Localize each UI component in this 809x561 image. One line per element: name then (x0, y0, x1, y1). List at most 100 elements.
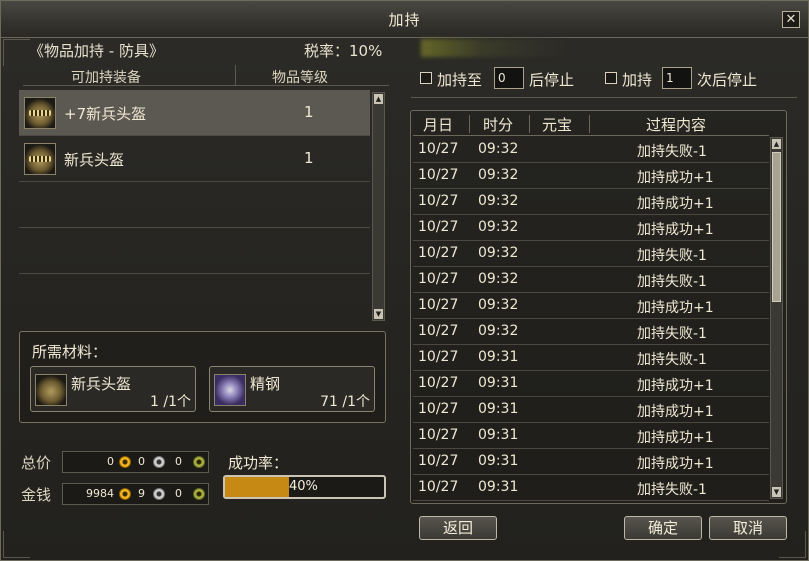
enhance-window: 加持 ✕ 《物品加持 - 防具》 税率：10% 可加持装备 物品等级 +7新兵头… (0, 0, 809, 561)
log-date: 10/27 (418, 479, 459, 495)
log-time: 09:32 (478, 245, 519, 261)
stop-at-level-label: 加持至 (437, 71, 483, 89)
log-detail: 加持成功+1 (637, 196, 714, 212)
column-header-level: 物品等级 (272, 70, 328, 86)
copper-coin-icon (193, 456, 205, 468)
log-time: 09:31 (478, 453, 519, 469)
success-rate-value: 40% (289, 479, 318, 494)
scroll-down-arrow-icon[interactable]: ▼ (374, 309, 383, 319)
material-slot[interactable]: 精钢 71 /1个 (209, 366, 375, 412)
log-date: 10/27 (418, 167, 459, 183)
silver-coin-icon (153, 488, 165, 500)
window-title: 加持 (388, 11, 421, 29)
log-date: 10/27 (418, 141, 459, 157)
stop-after-count-label: 加持 (622, 71, 653, 89)
log-row: 10/27 09:31 加持失败-1 (413, 474, 769, 501)
material-count: 71 /1个 (320, 394, 370, 410)
gold-amount: 0 (107, 455, 114, 468)
log-scrollbar[interactable]: ▲ ▼ (770, 137, 783, 499)
log-time: 09:32 (478, 167, 519, 183)
header-divider (589, 115, 590, 133)
confirm-button[interactable]: 确定 (624, 516, 702, 540)
materials-title: 所需材料： (32, 343, 108, 361)
log-time: 09:31 (478, 401, 519, 417)
stop-at-level-checkbox[interactable] (420, 72, 432, 84)
stop-after-count-checkbox[interactable] (605, 72, 617, 84)
log-time: 09:32 (478, 297, 519, 313)
log-row: 10/27 09:32 加持失败-1 (413, 136, 769, 163)
log-date: 10/27 (418, 297, 459, 313)
item-name: +7新兵头盔 (64, 105, 147, 123)
required-materials-panel: 所需材料： 新兵头盔 1 /1个 精钢 71 /1个 (19, 331, 386, 423)
material-count: 1 /1个 (150, 394, 191, 410)
cancel-button[interactable]: 取消 (709, 516, 787, 540)
log-row: 10/27 09:32 加持成功+1 (413, 162, 769, 189)
equipment-list-scrollbar[interactable]: ▲ ▼ (372, 92, 385, 321)
log-detail: 加持失败-1 (637, 144, 707, 160)
column-header-equipment: 可加持装备 (71, 70, 141, 86)
material-name: 新兵头盔 (71, 375, 132, 393)
gold-amount: 9984 (86, 487, 114, 500)
scroll-up-arrow-icon[interactable]: ▲ (374, 94, 383, 104)
steel-ore-icon (214, 374, 246, 406)
log-detail: 加持成功+1 (637, 170, 714, 186)
tax-rate: 税率：10% (304, 42, 383, 60)
blurred-character-name (421, 39, 571, 57)
empty-list-row (19, 182, 370, 228)
log-row: 10/27 09:32 加持失败-1 (413, 266, 769, 293)
close-button[interactable]: ✕ (782, 11, 800, 28)
copper-amount: 0 (175, 455, 182, 468)
gold-coin-icon (119, 456, 131, 468)
log-detail: 加持成功+1 (637, 378, 714, 394)
stop-after-count-input[interactable]: 1 (662, 67, 692, 89)
log-time: 09:32 (478, 219, 519, 235)
log-date: 10/27 (418, 401, 459, 417)
log-date: 10/27 (418, 219, 459, 235)
log-date: 10/27 (418, 323, 459, 339)
scroll-up-arrow-icon[interactable]: ▲ (772, 139, 781, 149)
log-detail: 加持成功+1 (637, 404, 714, 420)
log-detail: 加持失败-1 (637, 274, 707, 290)
total-price-display: 0 0 0 (62, 451, 209, 473)
log-time: 09:32 (478, 271, 519, 287)
copper-amount: 0 (175, 487, 182, 500)
empty-list-row (19, 228, 370, 274)
silver-amount: 9 (138, 487, 145, 500)
success-rate-fill (225, 477, 289, 497)
empty-list-row (19, 274, 370, 319)
log-date: 10/27 (418, 453, 459, 469)
item-name: 新兵头盔 (64, 151, 125, 169)
copper-coin-icon (193, 488, 205, 500)
item-level: 1 (304, 149, 314, 167)
stop-at-level-input[interactable]: 0 (494, 67, 524, 89)
log-row: 10/27 09:32 加持成功+1 (413, 214, 769, 241)
log-time: 09:31 (478, 375, 519, 391)
material-slot[interactable]: 新兵头盔 1 /1个 (30, 366, 196, 412)
log-row: 10/27 09:31 加持失败-1 (413, 344, 769, 371)
log-time: 09:31 (478, 349, 519, 365)
list-item[interactable]: +7新兵头盔 1 (19, 90, 370, 136)
list-item[interactable]: 新兵头盔 1 (19, 136, 370, 182)
header-divider (529, 115, 530, 133)
log-date: 10/27 (418, 349, 459, 365)
frame-corner-decoration (3, 39, 30, 66)
money-label: 金钱 (21, 486, 52, 504)
scroll-down-arrow-icon[interactable]: ▼ (772, 487, 781, 497)
log-row: 10/27 09:31 加持成功+1 (413, 422, 769, 449)
title-bar[interactable]: 加持 ✕ (1, 1, 808, 38)
log-time: 09:32 (478, 193, 519, 209)
stop-at-level-suffix: 后停止 (529, 71, 575, 89)
equipment-list: +7新兵头盔 1 新兵头盔 1 (19, 90, 370, 321)
log-detail: 加持失败-1 (637, 352, 707, 368)
log-detail: 加持失败-1 (637, 482, 707, 498)
log-date: 10/27 (418, 271, 459, 287)
category-title: 《物品加持 - 防具》 (29, 42, 164, 60)
back-button[interactable]: 返回 (419, 516, 497, 540)
scroll-thumb[interactable] (772, 152, 781, 302)
header-divider (469, 115, 470, 133)
log-header-date: 月日 (423, 116, 454, 134)
log-row: 10/27 09:32 加持失败-1 (413, 318, 769, 345)
log-time: 09:32 (478, 323, 519, 339)
success-rate-label: 成功率： (228, 454, 289, 472)
section-divider (411, 97, 797, 98)
